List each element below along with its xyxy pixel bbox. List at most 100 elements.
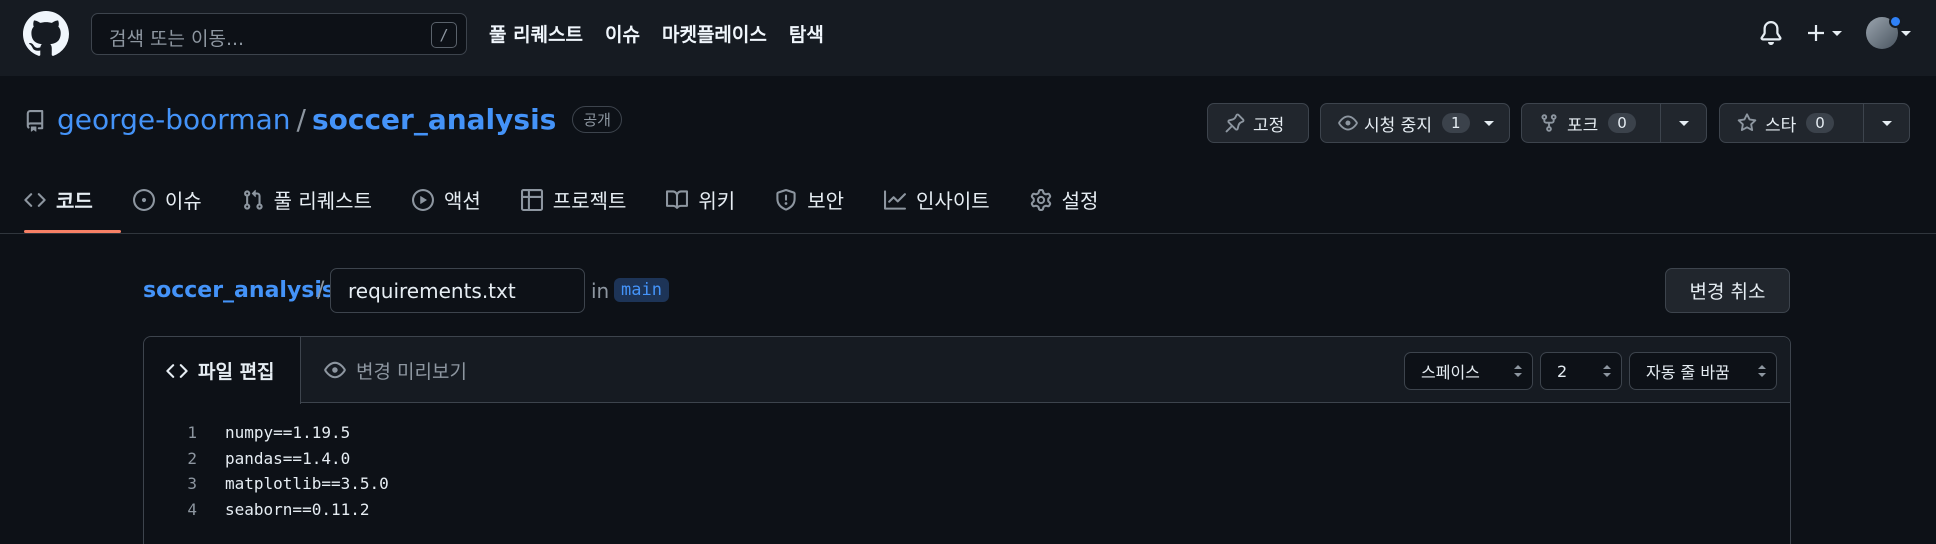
global-nav: 풀 리퀘스트 이슈 마켓플레이스 탐색 [489, 20, 824, 47]
editor-toolbar: 파일 편집 변경 미리보기 스페이스 2 자동 줄 바꿈 [144, 337, 1790, 404]
tab-preview-changes-label: 변경 미리보기 [356, 360, 467, 383]
tab-wiki-label: 위키 [698, 189, 736, 213]
star-label: 스타 [1765, 115, 1797, 136]
indent-mode-value: 스페이스 [1421, 363, 1480, 382]
graph-icon [884, 189, 907, 210]
tabs-divider [0, 233, 1936, 234]
tab-insights[interactable]: 인사이트 [884, 185, 990, 214]
notification-dot [1889, 15, 1902, 28]
code-line: 1 numpy==1.19.5 [144, 423, 389, 449]
repo-owner-link[interactable]: george-boorman [57, 103, 291, 136]
line-content[interactable]: seaborn==0.11.2 [225, 500, 370, 526]
tab-edit-file[interactable]: 파일 편집 [144, 337, 301, 404]
tab-projects[interactable]: 프로젝트 [520, 185, 627, 214]
tab-pull-requests-label: 풀 리퀘스트 [273, 189, 372, 213]
tab-security-label: 보안 [807, 189, 845, 213]
repo-tabs: 코드 이슈 풀 리퀘스트 액션 프로젝트 위키 보안 인사이트 설정 [24, 185, 1138, 214]
branch-in-label: in [591, 279, 610, 303]
eye-icon [1338, 115, 1358, 131]
tab-pull-requests[interactable]: 풀 리퀘스트 [242, 185, 372, 214]
tab-actions-label: 액션 [443, 189, 481, 213]
pin-button[interactable]: 고정 [1207, 103, 1309, 143]
repo-title: george-boorman / soccer_analysis 공개 [57, 103, 622, 136]
fork-dropdown[interactable] [1660, 104, 1706, 142]
tab-preview-changes[interactable]: 변경 미리보기 [324, 337, 467, 403]
search-shortcut-key: / [431, 22, 457, 48]
tab-issues[interactable]: 이슈 [132, 185, 202, 214]
select-arrows-icon [1514, 365, 1522, 377]
star-dropdown[interactable] [1863, 104, 1909, 142]
chevron-down-icon[interactable] [1483, 118, 1495, 128]
pull-request-icon [243, 189, 263, 210]
line-number: 2 [187, 448, 197, 468]
search-input[interactable]: 검색 또는 이동... / [91, 13, 467, 55]
pin-icon [1225, 113, 1245, 133]
code-icon [166, 363, 188, 378]
code-line: 3 matplotlib==3.5.0 [144, 474, 389, 500]
tab-wiki[interactable]: 위키 [666, 185, 735, 214]
chevron-down-icon[interactable] [1900, 28, 1912, 38]
pin-label: 고정 [1253, 115, 1285, 136]
github-logo-icon[interactable] [23, 11, 69, 57]
line-number: 1 [187, 423, 197, 442]
fork-icon [1541, 114, 1557, 132]
eye-icon [324, 361, 346, 379]
tab-issues-label: 이슈 [164, 189, 202, 213]
indent-size-select[interactable]: 2 [1540, 352, 1622, 390]
tab-insights-label: 인사이트 [916, 189, 990, 213]
select-arrows-icon [1603, 365, 1611, 377]
visibility-badge: 공개 [572, 106, 622, 133]
repo-title-separator: / [296, 103, 306, 136]
line-number: 3 [187, 474, 197, 493]
fork-button[interactable]: 포크 0 [1521, 103, 1707, 143]
line-number: 4 [187, 499, 197, 519]
line-content[interactable]: matplotlib==3.5.0 [225, 474, 389, 500]
code-icon [24, 192, 46, 207]
code-area[interactable]: 1 numpy==1.19.5 2 pandas==1.4.0 3 matplo… [144, 423, 389, 526]
breadcrumb-repo-link[interactable]: soccer_analysis [143, 278, 335, 303]
search-placeholder: 검색 또는 이동... [109, 28, 245, 50]
wrap-mode-select[interactable]: 자동 줄 바꿈 [1629, 352, 1777, 390]
star-button[interactable]: 스타 0 [1719, 103, 1910, 143]
line-content[interactable]: pandas==1.4.0 [225, 449, 350, 475]
chevron-down-icon [1881, 121, 1892, 126]
branch-badge[interactable]: main [614, 278, 669, 302]
global-header: 검색 또는 이동... / 풀 리퀘스트 이슈 마켓플레이스 탐색 [0, 0, 1936, 76]
tab-code[interactable]: 코드 [24, 185, 93, 214]
chevron-down-icon [1678, 121, 1689, 126]
book-icon [666, 189, 689, 209]
nav-marketplace[interactable]: 마켓플레이스 [662, 20, 767, 47]
create-new-icon[interactable] [1806, 21, 1846, 45]
watch-button[interactable]: 시청 중지 1 [1320, 103, 1510, 143]
play-icon [411, 188, 434, 211]
bell-icon[interactable] [1759, 21, 1783, 45]
file-editor: 파일 편집 변경 미리보기 스페이스 2 자동 줄 바꿈 1 numpy==1.… [143, 336, 1791, 544]
tab-settings[interactable]: 설정 [1030, 185, 1099, 214]
nav-pull-requests[interactable]: 풀 리퀘스트 [489, 20, 583, 47]
breadcrumb-separator: / [317, 278, 325, 303]
indent-size-value: 2 [1557, 361, 1568, 381]
filename-input[interactable] [330, 268, 585, 313]
watch-count: 1 [1441, 113, 1470, 133]
tab-security[interactable]: 보안 [775, 185, 844, 214]
repo-name-link[interactable]: soccer_analysis [312, 103, 556, 136]
tab-code-label: 코드 [56, 189, 93, 213]
tab-edit-file-label: 파일 편집 [198, 361, 275, 383]
tab-settings-label: 설정 [1061, 189, 1099, 213]
fork-count: 0 [1608, 113, 1636, 133]
gear-icon [1030, 188, 1051, 211]
fork-label: 포크 [1567, 115, 1599, 136]
nav-explore[interactable]: 탐색 [789, 20, 824, 47]
watch-label: 시청 중지 [1364, 115, 1432, 136]
tab-projects-label: 프로젝트 [552, 189, 627, 213]
tab-actions[interactable]: 액션 [411, 185, 481, 214]
issue-icon [132, 188, 155, 211]
select-arrows-icon [1758, 365, 1766, 377]
cancel-changes-button[interactable]: 변경 취소 [1665, 268, 1790, 313]
shield-icon [776, 188, 796, 211]
indent-mode-select[interactable]: 스페이스 [1404, 352, 1533, 390]
star-icon [1737, 113, 1757, 132]
code-line: 4 seaborn==0.11.2 [144, 500, 389, 526]
line-content[interactable]: numpy==1.19.5 [225, 423, 350, 449]
nav-issues[interactable]: 이슈 [605, 20, 640, 47]
